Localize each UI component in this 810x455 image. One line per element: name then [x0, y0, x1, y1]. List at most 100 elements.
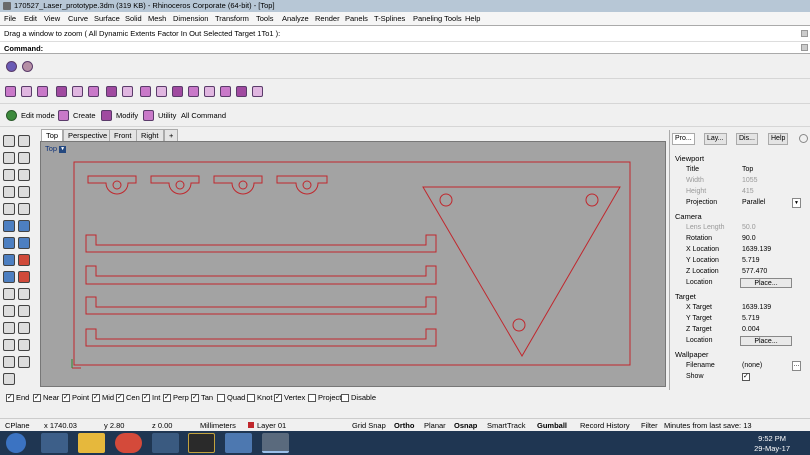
- scale-icon[interactable]: [18, 339, 30, 351]
- menu-surface[interactable]: Surface: [94, 14, 120, 23]
- tab-display[interactable]: Dis...: [736, 133, 758, 145]
- file-explorer-icon[interactable]: [78, 433, 105, 453]
- menu-file[interactable]: File: [4, 14, 16, 23]
- join-icon[interactable]: [3, 288, 15, 300]
- tspline-tool-7-icon[interactable]: [106, 86, 117, 97]
- extrude-icon[interactable]: [3, 254, 15, 266]
- menu-paneling-tools[interactable]: Paneling Tools: [413, 14, 462, 23]
- system-clock[interactable]: 9:52 PM 29-May-17: [754, 434, 790, 454]
- menu-tools[interactable]: Tools: [256, 14, 274, 23]
- utility-button[interactable]: Utility: [158, 111, 176, 120]
- history-scroll-up[interactable]: [801, 30, 808, 37]
- osnap-vertex-checkbox[interactable]: [274, 393, 282, 402]
- osnap-end-checkbox[interactable]: [6, 393, 14, 402]
- current-layer[interactable]: Layer 01: [257, 421, 286, 430]
- polygon-icon[interactable]: [18, 203, 30, 215]
- menu-dimension[interactable]: Dimension: [173, 14, 208, 23]
- box-icon[interactable]: [18, 237, 30, 249]
- menu-solid[interactable]: Solid: [125, 14, 142, 23]
- boolean-icon[interactable]: [18, 254, 30, 266]
- analyze-icon[interactable]: [3, 373, 15, 385]
- menu-curve[interactable]: Curve: [68, 14, 88, 23]
- prop-yloc-value[interactable]: 5.719: [742, 257, 760, 264]
- select-points-icon[interactable]: [18, 135, 30, 147]
- rectangle-icon[interactable]: [18, 186, 30, 198]
- menu-transform[interactable]: Transform: [215, 14, 249, 23]
- menu-analyze[interactable]: Analyze: [282, 14, 309, 23]
- osnap-near-checkbox[interactable]: [33, 393, 41, 402]
- osnap-perp[interactable]: Perp: [163, 393, 189, 402]
- osnap-toggle[interactable]: Osnap: [454, 421, 477, 430]
- tab-help[interactable]: Help: [768, 133, 789, 145]
- prop-title-value[interactable]: Top: [742, 166, 753, 173]
- muse-icon[interactable]: [188, 433, 215, 453]
- osnap-tan[interactable]: Tan: [191, 393, 213, 402]
- show-wallpaper-checkbox[interactable]: [742, 372, 750, 381]
- osnap-int-checkbox[interactable]: [142, 393, 150, 402]
- chrome-icon[interactable]: [115, 433, 142, 453]
- material-sphere-icon[interactable]: [22, 61, 33, 72]
- osnap-quad-checkbox[interactable]: [217, 393, 225, 402]
- osnap-knot-checkbox[interactable]: [247, 393, 255, 402]
- command-line[interactable]: Command:: [0, 41, 810, 54]
- viewport-top[interactable]: Top ▼: [40, 141, 666, 387]
- tspline-tool-10-icon[interactable]: [156, 86, 167, 97]
- prop-zloc-value[interactable]: 577.470: [742, 268, 767, 275]
- osnap-perp-checkbox[interactable]: [163, 393, 171, 402]
- prop-projection-value[interactable]: Parallel: [742, 199, 765, 206]
- projection-dropdown-icon[interactable]: ▼: [792, 198, 801, 208]
- prop-xloc-value[interactable]: 1639.139: [742, 246, 771, 253]
- tab-perspective[interactable]: Perspective: [63, 129, 113, 141]
- tab-top[interactable]: Top: [41, 129, 64, 141]
- osnap-project-checkbox[interactable]: [308, 393, 316, 402]
- tspline-tool-3-icon[interactable]: [37, 86, 48, 97]
- osnap-mid[interactable]: Mid: [92, 393, 114, 402]
- rotate-icon[interactable]: [3, 339, 15, 351]
- prop-zt-value[interactable]: 0.004: [742, 326, 760, 333]
- tspline-tool-15-icon[interactable]: [236, 86, 247, 97]
- tspline-tool-9-icon[interactable]: [140, 86, 151, 97]
- osnap-int[interactable]: Int: [142, 393, 160, 402]
- osnap-disable[interactable]: Disable: [341, 393, 376, 402]
- osnap-cen-checkbox[interactable]: [116, 393, 124, 402]
- cplane-label[interactable]: CPlane: [5, 421, 30, 430]
- line-icon[interactable]: [3, 169, 15, 181]
- tspline-tool-13-icon[interactable]: [204, 86, 215, 97]
- ellipse-icon[interactable]: [3, 220, 15, 232]
- menu-tsplines[interactable]: T-Splines: [374, 14, 405, 23]
- circle-icon[interactable]: [3, 203, 15, 215]
- dimension-icon[interactable]: [18, 356, 30, 368]
- osnap-vertex[interactable]: Vertex: [274, 393, 305, 402]
- tspline-tool-14-icon[interactable]: [220, 86, 231, 97]
- tspline-tool-11-icon[interactable]: [172, 86, 183, 97]
- tspline-tool-12-icon[interactable]: [188, 86, 199, 97]
- tab-layers[interactable]: Lay...: [704, 133, 727, 145]
- tab-front[interactable]: Front: [109, 129, 137, 141]
- tspline-tool-4-icon[interactable]: [56, 86, 67, 97]
- osnap-near[interactable]: Near: [33, 393, 59, 402]
- menu-help[interactable]: Help: [465, 14, 480, 23]
- tab-add[interactable]: +: [164, 129, 179, 141]
- osnap-end[interactable]: End: [6, 393, 29, 402]
- point-icon[interactable]: [18, 152, 30, 164]
- tab-properties[interactable]: Pro...: [672, 133, 695, 145]
- power-icon[interactable]: [6, 110, 17, 121]
- osnap-cen[interactable]: Cen: [116, 393, 140, 402]
- utility-icon[interactable]: [143, 110, 154, 121]
- surface-icon[interactable]: [3, 237, 15, 249]
- osnap-knot[interactable]: Knot: [247, 393, 272, 402]
- mesh-icon[interactable]: [3, 271, 15, 283]
- photos-icon[interactable]: [225, 433, 252, 453]
- osnap-point-checkbox[interactable]: [62, 393, 70, 402]
- menu-edit[interactable]: Edit: [24, 14, 37, 23]
- filter-toggle[interactable]: Filter: [641, 421, 658, 430]
- create-button[interactable]: Create: [73, 111, 96, 120]
- all-command-button[interactable]: All Command: [181, 111, 226, 120]
- menu-panels[interactable]: Panels: [345, 14, 368, 23]
- start-button-icon[interactable]: [6, 433, 26, 453]
- osnap-quad[interactable]: Quad: [217, 393, 245, 402]
- tspline-tool-1-icon[interactable]: [5, 86, 16, 97]
- tspline-tool-8-icon[interactable]: [122, 86, 133, 97]
- edit-mode-button[interactable]: Edit mode: [21, 111, 55, 120]
- gumball-toggle[interactable]: Gumball: [537, 421, 567, 430]
